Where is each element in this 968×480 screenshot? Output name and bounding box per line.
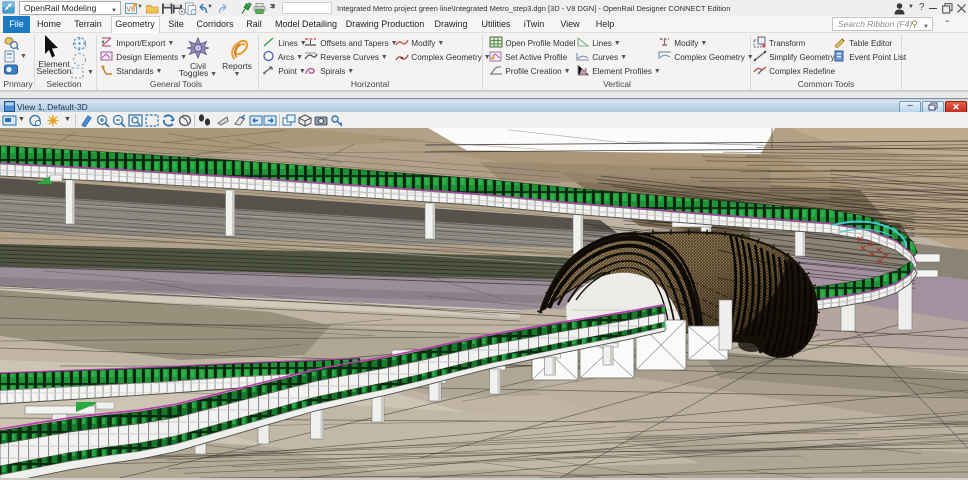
svg-text:V8: V8: [127, 6, 136, 13]
